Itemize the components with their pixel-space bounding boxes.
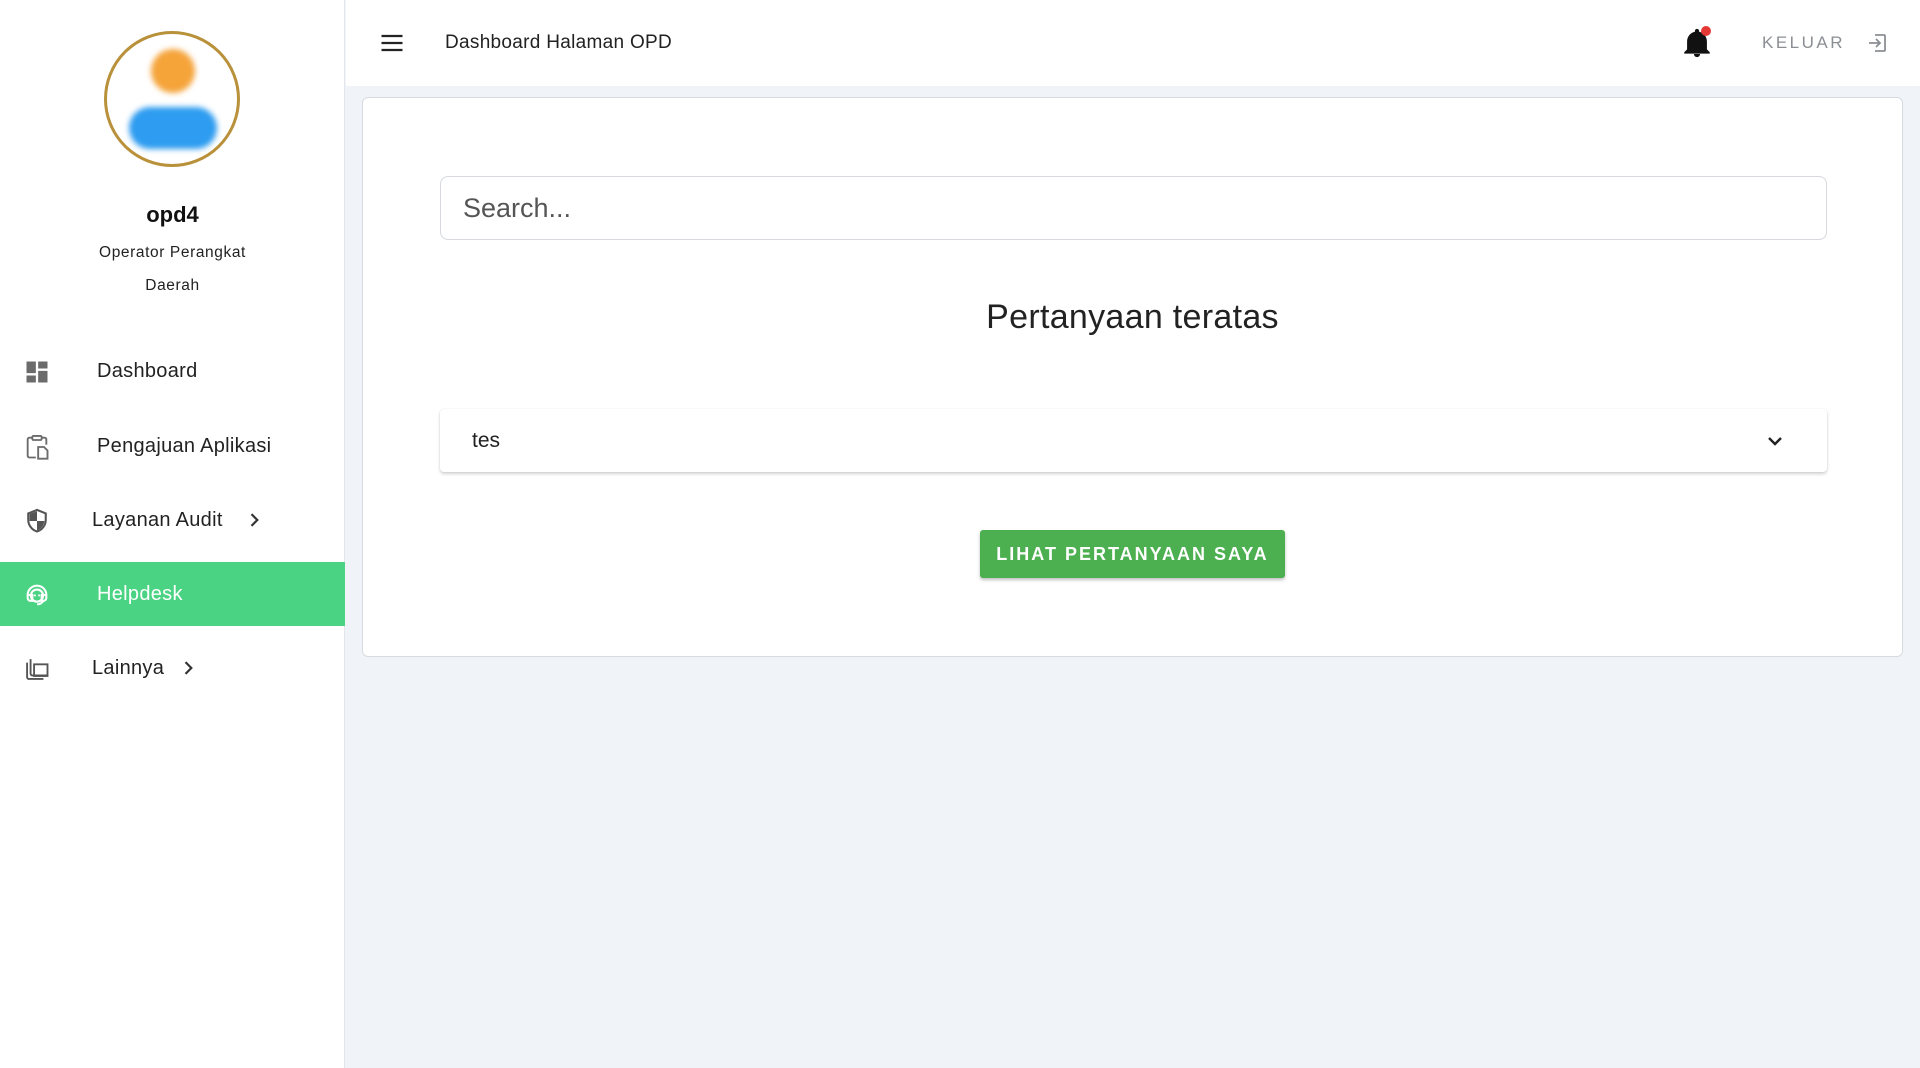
library-icon [26,659,49,680]
page-title: Dashboard Halaman OPD [445,32,673,53]
sidebar-item-helpdesk[interactable]: Helpdesk [0,562,345,626]
sidebar-item-label: Dashboard [97,360,198,382]
user-role: Operator Perangkat Daerah [99,244,246,294]
chevron-right-icon [250,513,259,527]
chevron-down-icon[interactable] [1763,429,1787,453]
view-my-questions-button[interactable]: LIHAT PERTANYAAN SAYA [980,530,1285,578]
logout-label: KELUAR [1762,33,1846,52]
logout-icon [1869,34,1886,52]
sidebar: opd4 Operator Perangkat Daerah Dashboard… [0,0,345,1068]
shield-icon [27,508,47,533]
chevron-right-icon [184,661,193,675]
sidebar-item-label: Lainnya [92,657,165,679]
dashboard-icon [26,361,48,383]
sidebar-item-label: Layanan Audit [92,509,223,531]
notification-badge [1701,26,1711,36]
avatar[interactable] [104,31,240,167]
sidebar-item-label: Helpdesk [97,583,183,605]
topbar: Dashboard Halaman OPD KELUAR [346,0,1920,86]
faq-item[interactable]: tes [440,409,1827,472]
sidebar-item-layanan-audit[interactable]: Layanan Audit [0,488,345,552]
sidebar-item-dashboard[interactable]: Dashboard [0,339,345,403]
avatar-head-shape [151,49,195,93]
sidebar-item-lainnya[interactable]: Lainnya [0,636,345,700]
sidebar-item-pengajuan-aplikasi[interactable]: Pengajuan Aplikasi [0,414,345,478]
helpdesk-card: Pertanyaan teratas tes LIHAT PERTANYAAN … [362,97,1903,657]
avatar-body-shape [129,107,217,149]
clipboard-icon [26,434,49,460]
search-input[interactable] [440,176,1827,240]
user-name: opd4 [146,202,199,227]
section-title: Pertanyaan teratas [986,298,1279,336]
sidebar-item-label: Pengajuan Aplikasi [97,435,272,457]
faq-question: tes [472,429,501,452]
notification-button[interactable] [1680,26,1714,60]
hamburger-menu-icon[interactable] [378,29,406,57]
logout-button[interactable]: KELUAR [1762,25,1889,61]
support-agent-icon [26,584,48,606]
